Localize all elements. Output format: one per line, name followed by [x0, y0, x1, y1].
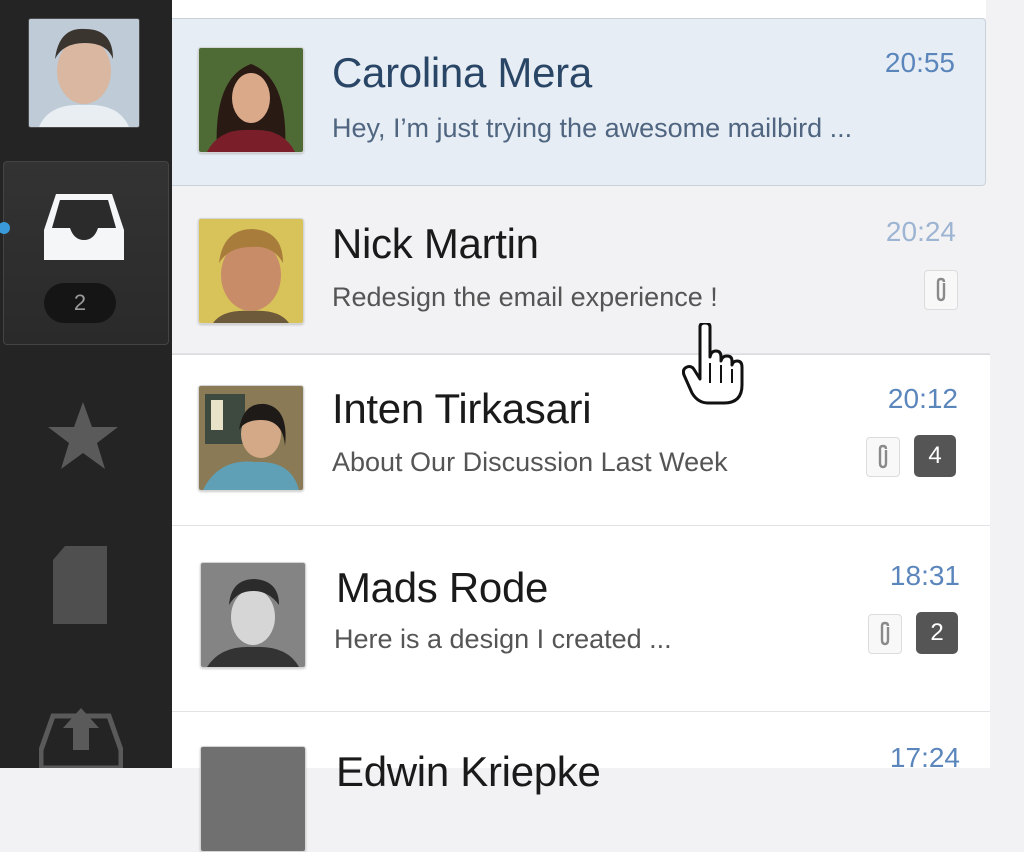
- sender-avatar: [198, 47, 304, 153]
- sidebar: 2: [0, 0, 172, 771]
- nav-drafts[interactable]: [3, 540, 167, 630]
- attachment-indicator: [866, 437, 900, 477]
- sender-name: Carolina Mera: [332, 49, 592, 96]
- email-time: 20:12: [887, 383, 958, 414]
- document-icon: [51, 546, 109, 630]
- sender-name: Edwin Kriepke: [336, 748, 601, 795]
- list-right-gutter: [990, 0, 1024, 768]
- sender-avatar: [200, 746, 306, 852]
- sender-name: Mads Rode: [336, 564, 549, 611]
- sender-name: Inten Tirkasari: [332, 385, 592, 432]
- email-row[interactable]: Edwin Kriepke 17:24: [172, 712, 990, 852]
- list-top-edge: [172, 0, 986, 18]
- email-row[interactable]: Inten Tirkasari About Our Discussion Las…: [172, 354, 990, 526]
- email-preview: Hey, I’m just trying the awesome mailbir…: [332, 113, 853, 143]
- account-avatar[interactable]: [28, 18, 140, 128]
- hand-cursor-icon: [681, 321, 746, 411]
- attachment-indicator: [924, 270, 958, 310]
- star-icon: [47, 400, 119, 476]
- outbox-icon: [38, 706, 124, 772]
- email-preview: Redesign the email experience !: [332, 282, 718, 312]
- inbox-icon: [42, 192, 126, 266]
- sender-avatar: [200, 562, 306, 668]
- email-row[interactable]: Nick Martin Redesign the email experienc…: [172, 186, 990, 354]
- email-row[interactable]: Mads Rode Here is a design I created ...…: [172, 526, 990, 712]
- active-indicator: [0, 222, 10, 234]
- email-row[interactable]: Carolina Mera Hey, I’m just trying the a…: [172, 18, 986, 186]
- email-time: 20:55: [884, 47, 955, 78]
- sender-avatar: [198, 218, 304, 324]
- nav-starred[interactable]: [3, 400, 167, 480]
- email-preview: Here is a design I created ...: [334, 624, 672, 654]
- thread-count-badge: 2: [916, 612, 958, 654]
- thread-count-badge: 4: [914, 435, 956, 477]
- email-preview: About Our Discussion Last Week: [332, 447, 728, 477]
- email-time: 20:24: [885, 216, 956, 247]
- email-time: 17:24: [889, 742, 960, 773]
- sender-name: Nick Martin: [332, 220, 539, 267]
- nav-inbox[interactable]: 2: [0, 161, 169, 345]
- paperclip-icon: [878, 444, 888, 469]
- attachment-indicator: [868, 614, 902, 654]
- paperclip-icon: [880, 621, 890, 646]
- email-list: Carolina Mera Hey, I’m just trying the a…: [172, 0, 990, 852]
- sender-avatar: [198, 385, 304, 491]
- nav-sent[interactable]: [3, 700, 167, 771]
- inbox-count-badge: 2: [44, 283, 116, 323]
- email-time: 18:31: [889, 560, 960, 591]
- paperclip-icon: [936, 277, 946, 302]
